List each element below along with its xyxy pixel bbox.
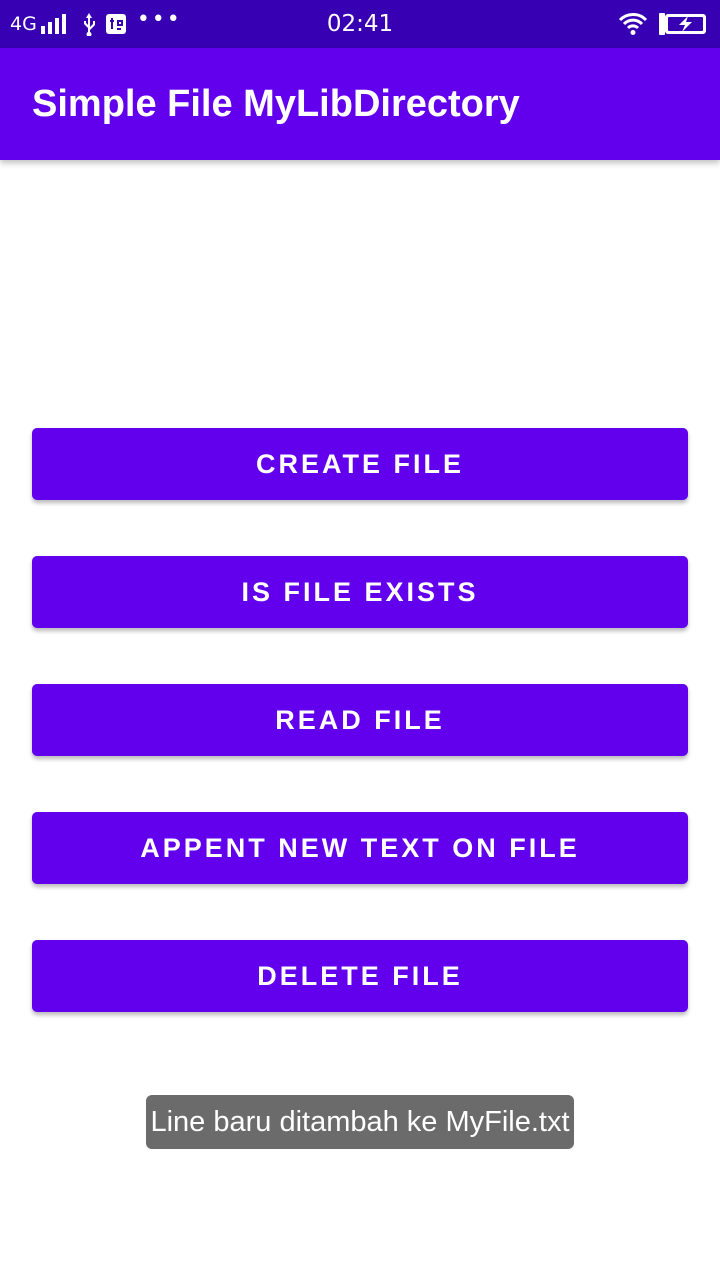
page-title: Simple File MyLibDirectory [32, 83, 520, 125]
app-bar: Simple File MyLibDirectory [0, 48, 720, 160]
read-file-button[interactable]: READ FILE [32, 684, 688, 756]
wifi-icon [618, 12, 648, 36]
status-bar: 4G ••• 02:41 [0, 0, 720, 48]
create-file-button[interactable]: CREATE FILE [32, 428, 688, 500]
is-file-exists-button[interactable]: IS FILE EXISTS [32, 556, 688, 628]
append-text-button[interactable]: APPENT NEW TEXT ON FILE [32, 812, 688, 884]
battery-charging-icon [658, 12, 708, 36]
delete-file-button[interactable]: DELETE FILE [32, 940, 688, 1012]
status-right-group [618, 0, 708, 48]
toast-message: Line baru ditambah ke MyFile.txt [146, 1095, 574, 1149]
status-clock: 02:41 [326, 11, 394, 37]
